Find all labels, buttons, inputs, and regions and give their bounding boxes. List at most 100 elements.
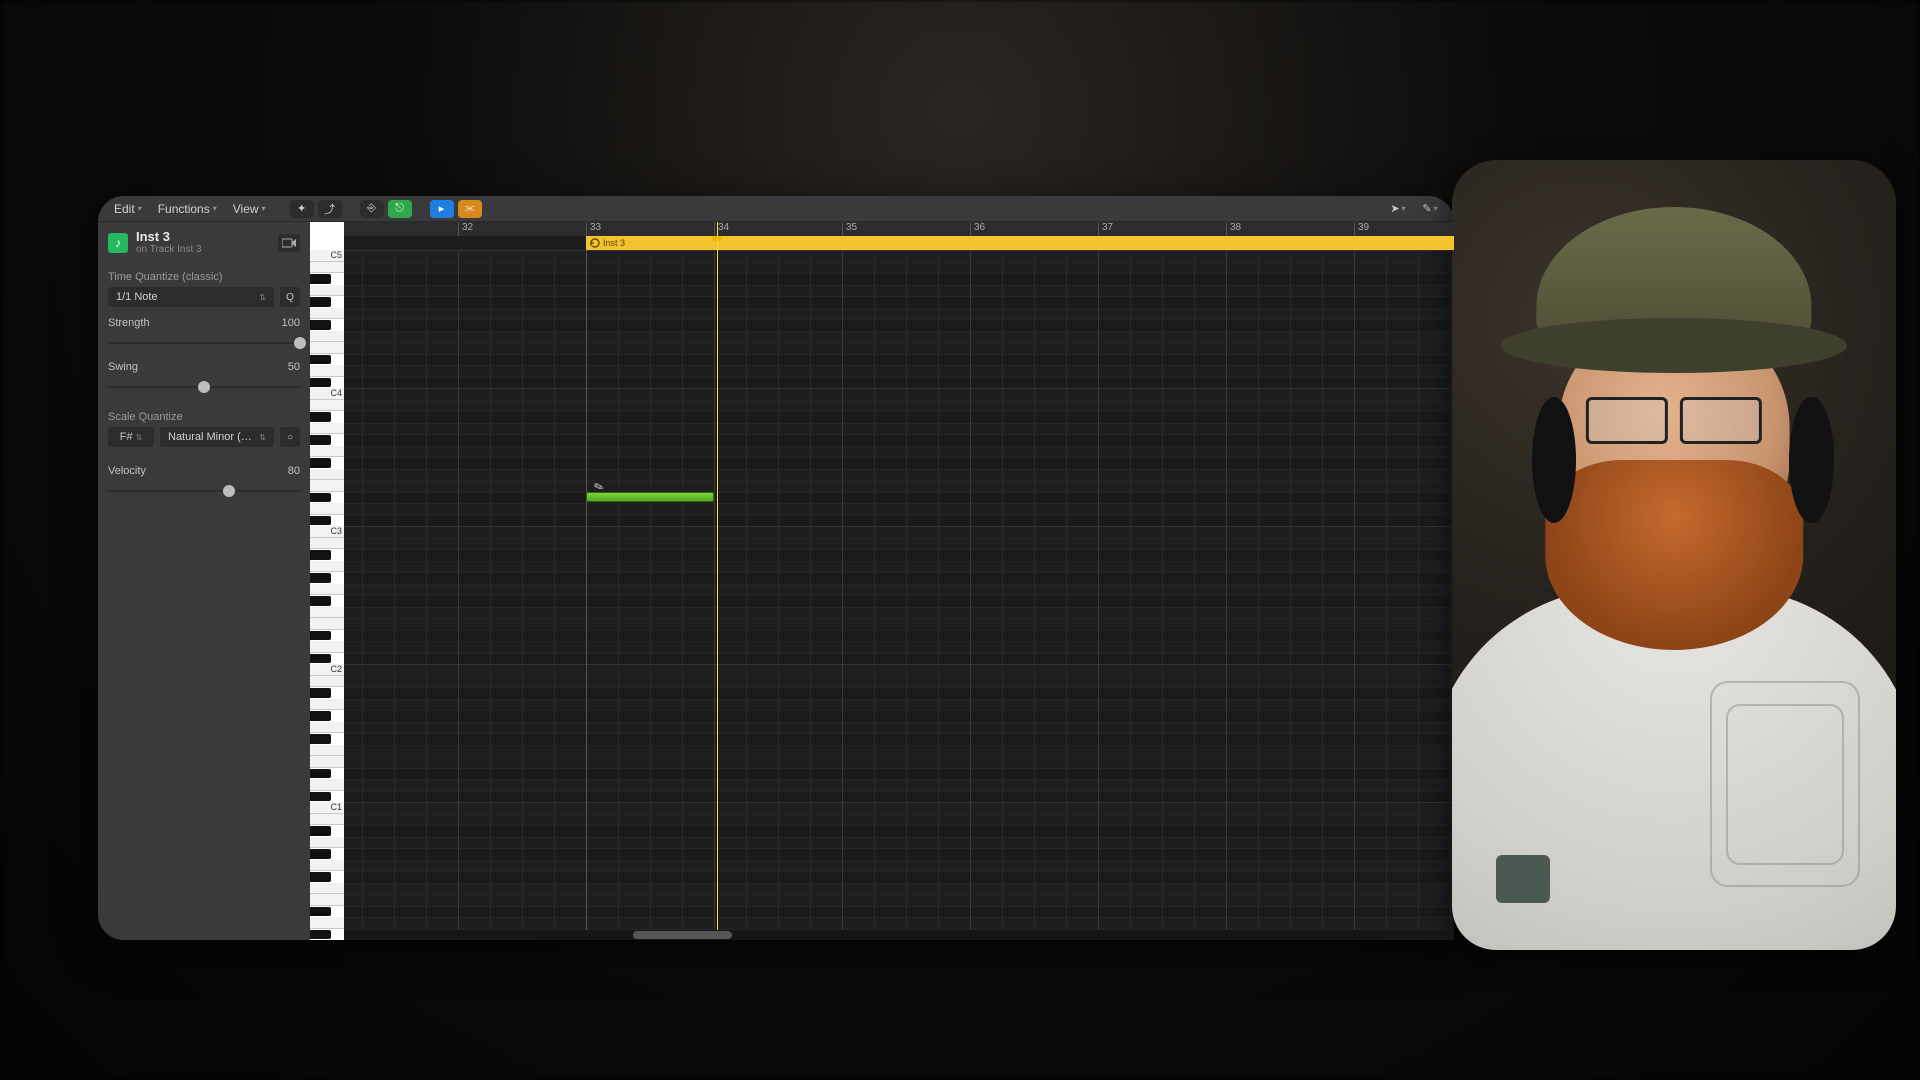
bar-ruler[interactable]: 3233343536373839: [344, 222, 1454, 236]
scrollbar-thumb[interactable]: [633, 931, 733, 939]
link-button[interactable]: ⫘: [458, 200, 482, 218]
piano-black-key[interactable]: [310, 458, 331, 468]
piano-black-key[interactable]: [310, 872, 331, 882]
piano-black-key[interactable]: [310, 930, 331, 940]
media-icon[interactable]: [278, 234, 300, 252]
piano-white-key[interactable]: [310, 699, 344, 711]
ruler-tick: 36: [970, 222, 985, 236]
piano-black-key[interactable]: [310, 792, 331, 802]
piano-white-key[interactable]: [310, 446, 344, 458]
piano-white-key[interactable]: [310, 503, 344, 515]
piano-white-key[interactable]: [310, 342, 344, 354]
piano-white-key[interactable]: [310, 561, 344, 573]
menu-edit-label: Edit: [114, 202, 135, 216]
piano-white-key[interactable]: [310, 779, 344, 791]
automation-icon: ⤴: [324, 201, 335, 217]
piano-black-key[interactable]: [310, 412, 331, 422]
piano-black-key[interactable]: [310, 516, 331, 526]
piano-black-key[interactable]: [310, 734, 331, 744]
piano-white-key[interactable]: [310, 584, 344, 596]
piano-black-key[interactable]: [310, 631, 331, 641]
playhead[interactable]: [717, 222, 718, 940]
piano-black-key[interactable]: [310, 826, 331, 836]
time-quantize-select[interactable]: 1/1 Note ⇅: [108, 287, 274, 307]
midi-note[interactable]: [586, 492, 714, 502]
piano-black-key[interactable]: [310, 297, 331, 307]
piano-white-key[interactable]: [310, 607, 344, 619]
piano-black-key[interactable]: [310, 769, 331, 779]
menu-view-label: View: [233, 202, 259, 216]
swing-slider[interactable]: [108, 379, 300, 395]
piano-white-key[interactable]: [310, 883, 344, 895]
cmd-click-tool[interactable]: ✎ ▾: [1416, 200, 1444, 218]
scale-key-value: F#: [120, 431, 133, 443]
strength-slider[interactable]: [108, 335, 300, 351]
piano-white-key[interactable]: [310, 894, 344, 906]
catch-playhead-button[interactable]: ▸: [430, 200, 454, 218]
piano-black-key[interactable]: [310, 435, 331, 445]
piano-black-key[interactable]: [310, 573, 331, 583]
chevron-down-icon: ▾: [1402, 204, 1406, 213]
piano-black-key[interactable]: [310, 688, 331, 698]
webcam-overlay: [1452, 160, 1896, 950]
automation-button[interactable]: ⤴: [318, 200, 342, 218]
piano-white-key[interactable]: [310, 641, 344, 653]
cap-brim: [1501, 318, 1847, 373]
midi-out-button[interactable]: ⎋: [388, 200, 412, 218]
piano-black-key[interactable]: [310, 355, 331, 365]
piano-white-key[interactable]: [310, 285, 344, 297]
menu-view[interactable]: View ▾: [227, 200, 272, 218]
piano-black-key[interactable]: [310, 550, 331, 560]
scale-mode-value: Natural Minor (…: [168, 431, 252, 443]
menu-functions[interactable]: Functions ▾: [152, 200, 223, 218]
piano-black-key[interactable]: [310, 596, 331, 606]
chevron-down-icon: ▾: [213, 204, 217, 213]
piano-white-key[interactable]: [310, 756, 344, 768]
piano-keyboard[interactable]: C5C4C3C2C1: [310, 222, 344, 940]
piano-white-key[interactable]: [310, 917, 344, 929]
pencil-icon: ✎: [1422, 202, 1431, 215]
piano-black-key[interactable]: [310, 907, 331, 917]
piano-white-key[interactable]: [310, 676, 344, 688]
chevron-updown-icon: ⇅: [259, 433, 266, 442]
piano-black-key[interactable]: [310, 320, 331, 330]
piano-white-key[interactable]: [310, 308, 344, 320]
piano-black-key[interactable]: [310, 274, 331, 284]
scale-key-select[interactable]: F# ⇅: [108, 427, 154, 447]
piano-roll-grid[interactable]: 3233343536373839 Inst 3 ✎: [344, 222, 1454, 940]
slider-thumb[interactable]: [294, 337, 306, 349]
scale-mode-select[interactable]: Natural Minor (… ⇅: [160, 427, 274, 447]
slider-thumb[interactable]: [198, 381, 210, 393]
piano-white-key[interactable]: [310, 365, 344, 377]
piano-black-key[interactable]: [310, 654, 331, 664]
piano-white-key[interactable]: [310, 860, 344, 872]
piano-white-key[interactable]: [310, 745, 344, 757]
piano-white-key[interactable]: [310, 331, 344, 343]
left-click-tool[interactable]: ➤ ▾: [1384, 200, 1412, 218]
octave-label: C5: [330, 250, 342, 262]
piano-white-key[interactable]: [310, 814, 344, 826]
piano-white-key[interactable]: [310, 837, 344, 849]
quantize-button[interactable]: Q: [280, 287, 300, 307]
piano-white-key[interactable]: [310, 423, 344, 435]
velocity-label: Velocity: [108, 465, 146, 477]
piano-white-key[interactable]: [310, 480, 344, 492]
piano-black-key[interactable]: [310, 378, 331, 388]
piano-white-key[interactable]: [310, 538, 344, 550]
menu-edit[interactable]: Edit ▾: [108, 200, 148, 218]
piano-white-key[interactable]: [310, 400, 344, 412]
piano-white-key[interactable]: [310, 618, 344, 630]
slider-thumb[interactable]: [223, 485, 235, 497]
piano-black-key[interactable]: [310, 849, 331, 859]
piano-white-key[interactable]: [310, 262, 344, 274]
horizontal-scrollbar[interactable]: [344, 930, 1454, 940]
piano-black-key[interactable]: [310, 711, 331, 721]
midi-in-button[interactable]: ⎆: [360, 200, 384, 218]
velocity-slider[interactable]: [108, 483, 300, 499]
piano-white-key[interactable]: [310, 722, 344, 734]
collapse-button[interactable]: ✦: [290, 200, 314, 218]
piano-white-key[interactable]: [310, 469, 344, 481]
scale-quantize-button[interactable]: ○: [280, 427, 300, 447]
loop-icon: [590, 238, 600, 248]
piano-black-key[interactable]: [310, 493, 331, 503]
